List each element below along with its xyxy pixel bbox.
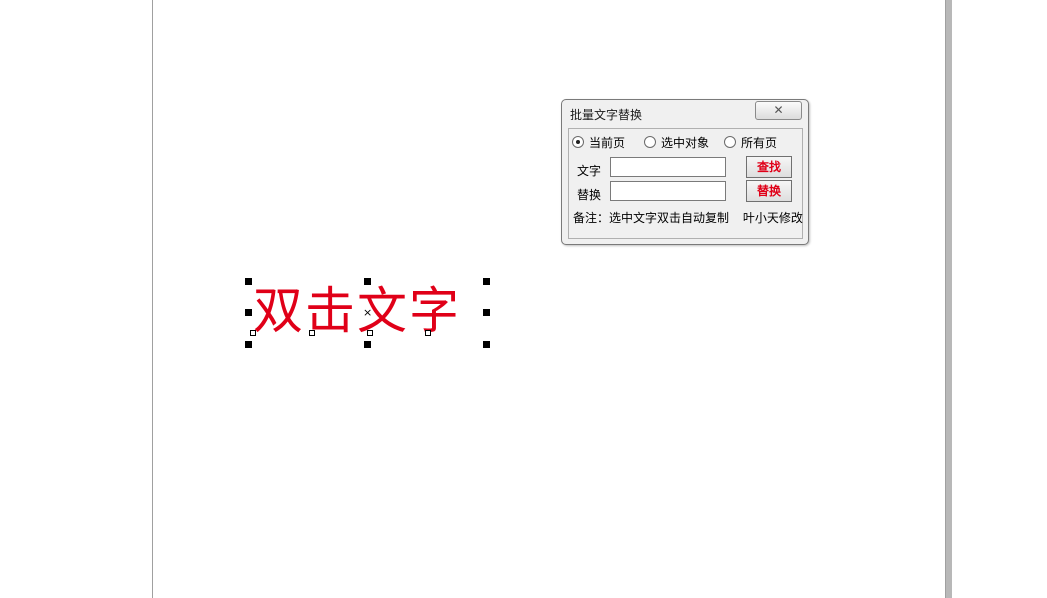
- selection-handle-middle-left[interactable]: [245, 309, 252, 316]
- dialog-body: 当前页 选中对象 所有页 文字 替换 查找 替换 备注：选中文字双击自动复制 叶…: [568, 128, 803, 239]
- selection-handle-bottom-left[interactable]: [245, 341, 252, 348]
- selection-handle-top-left[interactable]: [245, 278, 252, 285]
- text-node-handle[interactable]: [309, 330, 315, 336]
- radio-current-page[interactable]: 当前页: [572, 134, 625, 151]
- close-button[interactable]: ✕: [755, 101, 802, 120]
- close-icon: ✕: [773, 103, 784, 117]
- author-credit: 叶小天修改: [742, 211, 803, 225]
- radio-label: 选中对象: [661, 136, 710, 150]
- note-label: 备注：选中文字双击自动复制: [573, 211, 730, 225]
- text-node-handle[interactable]: [250, 330, 256, 336]
- selection-handle-top-center[interactable]: [364, 278, 371, 285]
- dialog-title: 批量文字替换: [570, 108, 643, 122]
- replace-field-label: 替换: [577, 188, 602, 202]
- radio-label: 所有页: [741, 136, 778, 150]
- radio-label: 当前页: [589, 136, 626, 150]
- search-text-input[interactable]: [610, 157, 726, 177]
- text-field-label: 文字: [577, 164, 602, 178]
- page-shadow: [946, 0, 952, 598]
- note-text: 备注：选中文字双击自动复制 叶小天修改: [573, 209, 803, 226]
- radio-checked-icon[interactable]: [572, 136, 584, 148]
- drawing-canvas[interactable]: [0, 0, 1047, 598]
- replace-text-input[interactable]: [610, 181, 726, 201]
- radio-all-pages[interactable]: 所有页: [724, 134, 777, 151]
- selection-handle-bottom-center[interactable]: [364, 341, 371, 348]
- find-button[interactable]: 查找: [746, 156, 792, 178]
- selection-handle-bottom-right[interactable]: [483, 341, 490, 348]
- radio-selected-objects[interactable]: 选中对象: [644, 134, 709, 151]
- text-node-handle[interactable]: [367, 330, 373, 336]
- page-border-left: [152, 0, 153, 598]
- selection-handle-top-right[interactable]: [483, 278, 490, 285]
- radio-unchecked-icon[interactable]: [644, 136, 656, 148]
- radio-unchecked-icon[interactable]: [724, 136, 736, 148]
- text-node-handle[interactable]: [425, 330, 431, 336]
- selection-handle-middle-right[interactable]: [483, 309, 490, 316]
- rotation-center-icon[interactable]: ×: [363, 307, 372, 318]
- replace-button[interactable]: 替换: [746, 180, 792, 202]
- batch-replace-dialog: 批量文字替换 ✕ 当前页 选中对象 所有页 文字 替换 查找 替换 备注：选中文…: [561, 99, 809, 245]
